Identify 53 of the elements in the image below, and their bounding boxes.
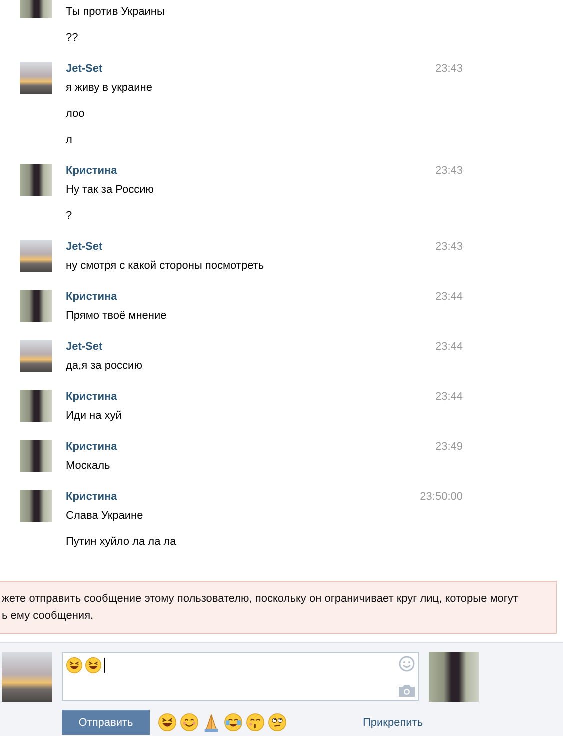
message-text: лоо [66,107,86,122]
message-time: 23:50:00 [420,490,463,504]
message-text: ну смотря с какой стороны посмотреть [66,259,266,274]
message-text: Москаль [66,459,112,474]
message-text: ?? [66,31,80,46]
author-name-link[interactable]: Кристина [66,164,118,178]
message-text: Слава Украине [66,509,144,524]
text-cursor [104,658,105,672]
photo-placeholder [20,440,52,472]
message-text: Прямо твоё мнение [66,309,168,324]
laughing-face-icon[interactable] [158,713,177,732]
message-text: Иди на хуй [66,409,123,424]
message-time: 23:43 [435,240,463,254]
photo-placeholder [20,490,52,522]
message-text: Ты против Украины [66,5,166,20]
photo-placeholder [20,240,52,272]
photo-placeholder [2,652,52,702]
crying-face-icon[interactable] [224,713,243,732]
author-name-link[interactable]: Jet-Set [66,340,103,354]
message-text: Путин хуйло ла ла ла [66,535,178,550]
author-name-link[interactable]: Кристина [66,440,118,454]
message-time: 23:44 [435,390,463,404]
author-name-link[interactable]: Кристина [66,390,118,404]
message-time: 23:43 [435,164,463,178]
photo-placeholder [20,340,52,372]
author-name-link[interactable]: Jet-Set [66,240,103,254]
photo-placeholder [20,390,52,422]
message-time: 23:49 [435,440,463,454]
photo-placeholder [20,62,52,94]
photo-placeholder [429,652,479,702]
message-text: я живу в украине [66,81,154,96]
attach-link[interactable]: Прикрепить [363,716,424,728]
eye-roll-face-icon[interactable] [268,713,287,732]
message-text: л [66,133,74,148]
kissing-face-icon[interactable] [246,713,265,732]
author-name-link[interactable]: Jet-Set [66,62,103,76]
message-time: 23:44 [435,290,463,304]
photo-placeholder [20,290,52,322]
message-time: 23:44 [435,340,463,354]
laughing-face-icon[interactable] [66,656,83,674]
photo-placeholder [20,164,52,196]
author-name-link[interactable]: Кристина [66,490,118,504]
laughing-face-icon[interactable] [85,656,102,674]
message-text: ? [66,209,74,224]
message-time: 23:43 [435,62,463,76]
notice-text: ь ему сообщения. [2,609,95,624]
message-text: да,я за россию [66,359,144,374]
author-name-link[interactable]: Кристина [66,290,118,304]
message-text: Ну так за Россию [66,183,155,198]
send-button[interactable]: Отправить [62,710,150,735]
message-input-field[interactable] [62,652,419,701]
notice-text: жете отправить сообщение этому пользователю, поскольку он ограничивает круг лиц, которые могут [2,592,520,607]
smiling-face-icon[interactable] [180,713,199,732]
